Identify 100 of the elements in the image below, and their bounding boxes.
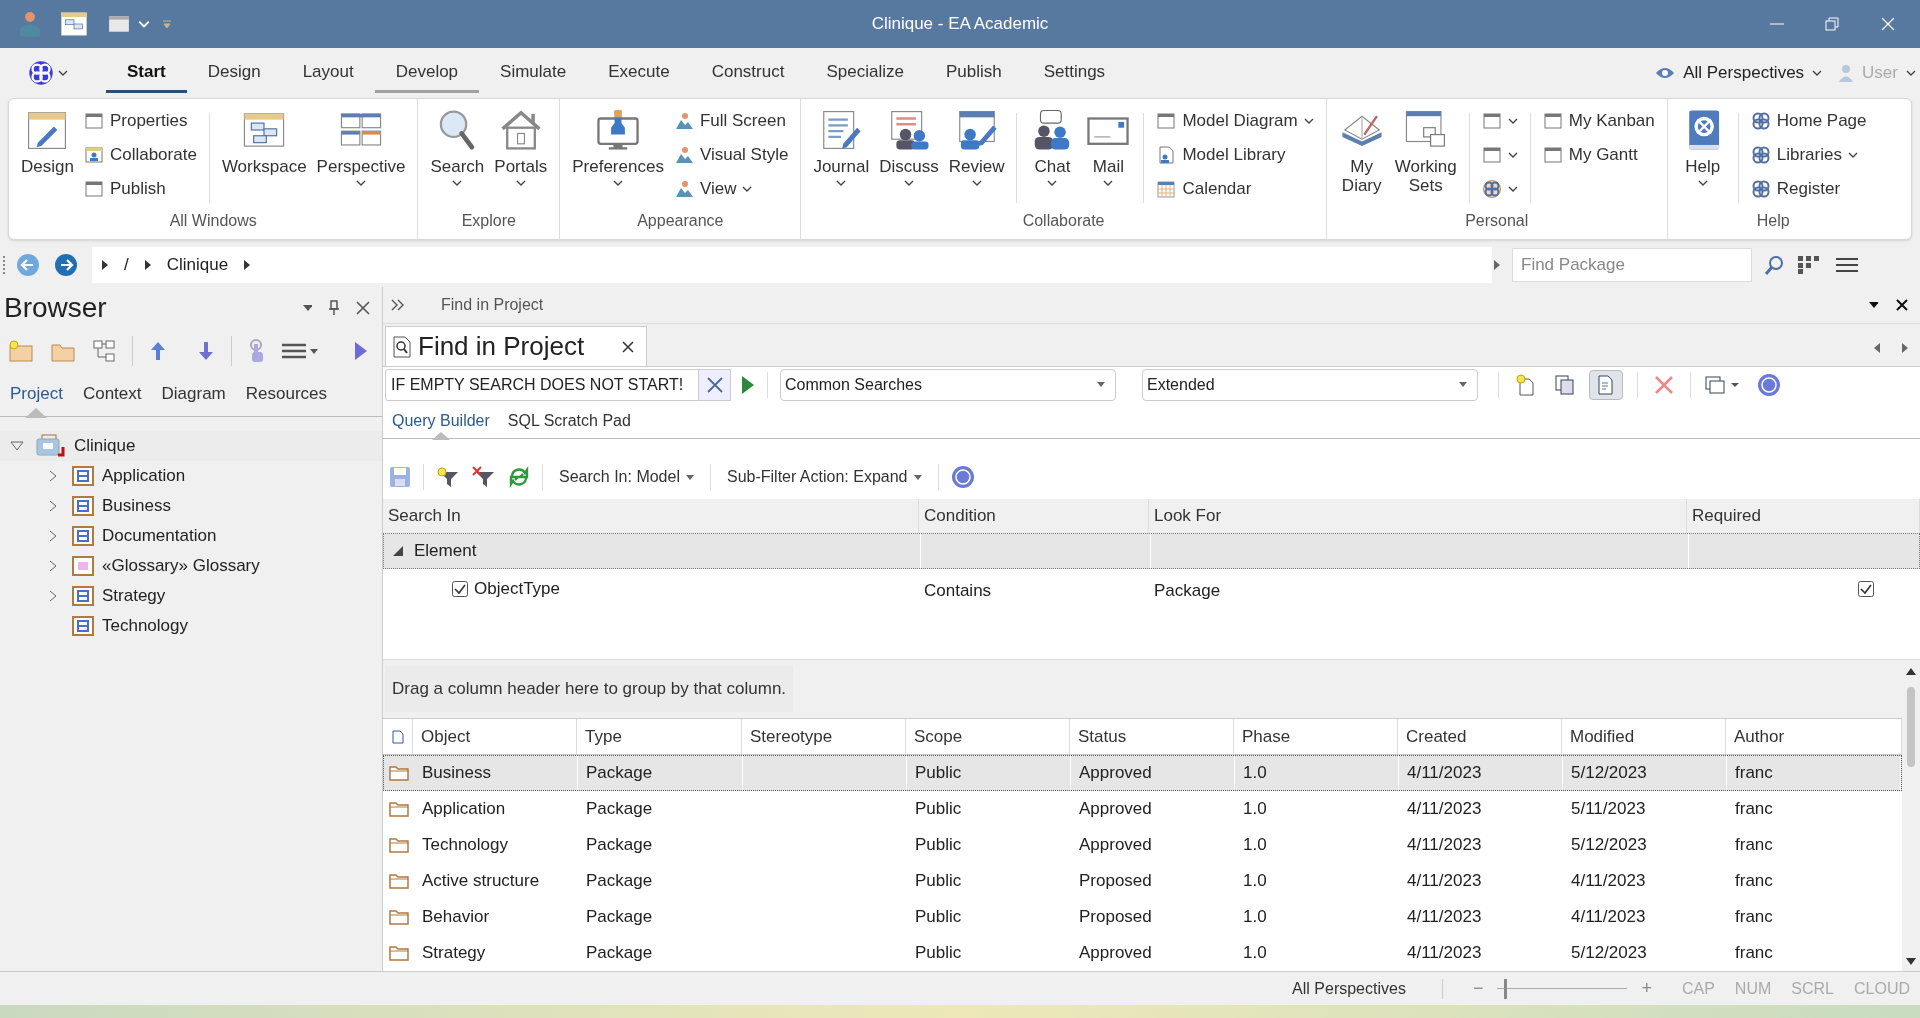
ribbon-button[interactable]: Journal [809, 107, 874, 186]
find-package-field[interactable]: Find Package [1512, 248, 1752, 282]
ribbon-button[interactable]: Perspective [312, 107, 410, 186]
ribbon-small-button[interactable]: Publish [83, 175, 197, 203]
perspective-dropdown[interactable]: All Perspectives [1655, 60, 1823, 86]
window-title: Clinique - EA Academic [871, 13, 1049, 36]
breadcrumb-item[interactable]: Clinique [166, 252, 229, 278]
table-cell-text: Package [586, 870, 653, 893]
ribbon-small-button[interactable]: Visual Style [673, 141, 789, 169]
ribbon-small-button[interactable]: Full Screen [673, 107, 789, 135]
column-header[interactable]: Object [421, 723, 471, 750]
result-row[interactable]: Application Package Public Approved 1.0 4/11/2023 5/11/2023 franc [383, 791, 1902, 827]
group-row[interactable]: Element [383, 533, 1920, 569]
ribbon-tab[interactable]: Design [186, 53, 282, 93]
ribbon-button[interactable]: Working Sets [1390, 107, 1461, 195]
ribbon-button[interactable]: Workspace [217, 107, 311, 176]
column-header[interactable]: Scope [914, 723, 963, 750]
column-header[interactable]: Look For [1154, 503, 1222, 529]
ribbon-tab[interactable]: Layout [281, 53, 375, 93]
sub-filter-dropdown[interactable]: Sub-Filter Action: Expand [722, 465, 926, 489]
table-cell-text: 1.0 [1243, 870, 1267, 893]
ribbon-tab[interactable]: Develop [374, 53, 480, 93]
tree-item[interactable]: «Glossary» Glossary [72, 552, 260, 580]
ribbon-tab[interactable]: Construct [690, 53, 806, 93]
ribbon-button[interactable]: Design [17, 107, 78, 176]
ribbon-small-button[interactable]: My Kanban [1542, 107, 1655, 135]
scrollbar-thumb[interactable] [1907, 687, 1915, 767]
zoom-slider[interactable] [1497, 978, 1628, 999]
column-header[interactable]: Status [1078, 723, 1127, 750]
tree-item[interactable]: Business [72, 492, 171, 520]
result-row[interactable]: Strategy Package Public Approved 1.0 4/11/2023 5/12/2023 franc [383, 935, 1902, 971]
common-searches-dropdown[interactable]: Common Searches [780, 369, 1116, 401]
ribbon-button[interactable]: Mail [1081, 107, 1136, 186]
tree-item[interactable]: Documentation [72, 522, 217, 550]
ribbon-button[interactable]: Chat [1025, 107, 1080, 186]
tree-item[interactable]: Application [72, 462, 186, 490]
browser-tab[interactable]: Resources [245, 370, 328, 417]
result-row[interactable]: Business Package Public Approved 1.0 4/11/2023 5/12/2023 franc [383, 755, 1902, 791]
ribbon-small-button[interactable]: Collaborate [83, 141, 197, 169]
checkbox[interactable] [452, 581, 468, 597]
window-icon [1481, 111, 1502, 131]
tree-item[interactable]: Technology [72, 612, 188, 640]
ribbon-tab[interactable]: Start [106, 53, 187, 93]
ribbon-small-button[interactable]: Properties [83, 107, 197, 135]
column-header[interactable]: Search In [388, 503, 461, 529]
ribbon-tab[interactable]: Settings [1022, 53, 1127, 93]
breadcrumb-item[interactable]: / [124, 252, 129, 278]
ribbon-button[interactable]: Review [944, 107, 1009, 186]
table-cell-text: Contains [924, 580, 992, 603]
checkbox[interactable] [1858, 581, 1874, 597]
dropdown-icon [1459, 382, 1467, 388]
column-header[interactable]: Created [1406, 723, 1467, 750]
clear-button[interactable] [699, 369, 731, 401]
edit-search-button[interactable] [1589, 370, 1623, 400]
browser-tab[interactable]: Project [10, 370, 63, 417]
ribbon-small-button[interactable]: Model Library [1156, 141, 1314, 169]
ribbon-tab[interactable]: Specialize [805, 53, 925, 93]
ribbon-small-button[interactable]: Model Diagram [1156, 107, 1314, 135]
table-cell-text: franc [1735, 762, 1773, 785]
slider-thumb[interactable] [1503, 978, 1507, 999]
new-search-icon [1515, 374, 1537, 396]
ribbon-small-button[interactable]: Calendar [1156, 175, 1314, 203]
ribbon-tab[interactable]: Execute [587, 53, 691, 93]
column-header[interactable]: Author [1734, 723, 1785, 750]
search-type-dropdown[interactable]: Extended [1142, 369, 1478, 401]
knot-icon [1750, 179, 1771, 199]
ribbon-small-button[interactable]: Home Page [1750, 107, 1867, 135]
status-text: All Perspectives [1292, 978, 1406, 999]
ribbon-tab[interactable]: Simulate [479, 53, 588, 93]
ribbon-tab[interactable]: Publish [924, 53, 1023, 93]
ribbon-button[interactable]: Help [1675, 107, 1730, 186]
column-header[interactable]: Type [585, 723, 622, 750]
search-in-dropdown[interactable]: Search In: Model [555, 465, 698, 489]
column-header[interactable]: Modified [1570, 723, 1635, 750]
ribbon-small-button[interactable]: Register [1750, 175, 1867, 203]
ribbon-small-button[interactable]: My Gantt [1542, 141, 1655, 169]
new-folder-icon [8, 340, 34, 362]
column-header[interactable]: Required [1692, 503, 1761, 529]
document-tab[interactable]: Find in Project [385, 326, 647, 366]
table-cell-text: Public [915, 834, 962, 857]
ribbon-small-button[interactable]: View [673, 175, 789, 203]
ribbon-button[interactable]: Portals [490, 107, 552, 186]
ribbon-button[interactable]: Search [426, 107, 489, 186]
ribbon-button[interactable]: Preferences [568, 107, 668, 186]
result-row[interactable]: Active structure Package Public Proposed 1.0 4/11/2023 4/11/2023 franc [383, 863, 1902, 899]
query-tab[interactable]: SQL Scratch Pad [507, 402, 631, 439]
result-row[interactable]: Technology Package Public Approved 1.0 4/11/2023 5/12/2023 franc [383, 827, 1902, 863]
result-row[interactable]: Behavior Package Public Proposed 1.0 4/11/2023 4/11/2023 franc [383, 899, 1902, 935]
ribbon-button[interactable]: My Diary [1334, 107, 1389, 195]
table-cell-text: franc [1735, 906, 1773, 929]
browser-tab[interactable]: Diagram [161, 370, 226, 417]
column-header[interactable]: Stereotype [750, 723, 833, 750]
ribbon-button[interactable]: Discuss [875, 107, 943, 186]
browser-tab[interactable]: Context [82, 370, 142, 417]
app-menu-button[interactable] [28, 60, 68, 86]
tree-item[interactable]: Strategy [72, 582, 166, 610]
ribbon-small-button[interactable]: Libraries [1750, 141, 1867, 169]
column-header[interactable]: Condition [924, 503, 996, 529]
column-header[interactable]: Phase [1242, 723, 1291, 750]
search-field[interactable]: IF EMPTY SEARCH DOES NOT START! [385, 369, 699, 401]
